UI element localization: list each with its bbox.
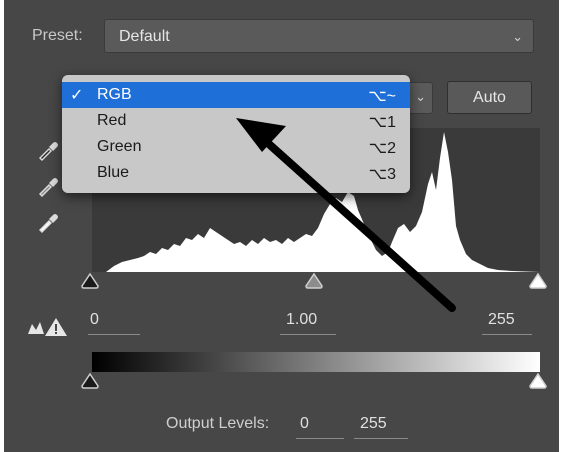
preset-label: Preset: [32, 27, 83, 44]
output-levels-label: Output Levels: [166, 415, 270, 432]
checkmark-icon: ✓ [70, 87, 84, 104]
output-black-value[interactable]: 0 [300, 415, 309, 433]
input-white-slider[interactable] [528, 272, 548, 290]
output-black-underline [296, 438, 344, 439]
chevron-down-icon: ⌄ [415, 89, 426, 104]
input-black-value[interactable]: 0 [90, 311, 99, 329]
output-white-value[interactable]: 255 [360, 415, 387, 433]
menu-item-blue[interactable]: Blue ⌥3 [62, 160, 410, 186]
menu-item-label: Green [97, 138, 142, 155]
auto-button[interactable]: Auto [447, 81, 532, 114]
menu-item-label: Blue [97, 164, 130, 181]
menu-item-shortcut: ⌥~ [368, 88, 396, 105]
channel-dropdown-menu: ✓ RGB ⌥~ Red ⌥1 Green ⌥2 Blue ⌥3 [62, 75, 410, 193]
menu-item-red[interactable]: Red ⌥1 [62, 108, 410, 134]
menu-item-green[interactable]: Green ⌥2 [62, 134, 410, 160]
menu-item-shortcut: ⌥2 [368, 140, 396, 157]
input-gamma-value[interactable]: 1.00 [286, 311, 317, 329]
output-black-slider[interactable] [80, 372, 100, 390]
black-point-eyedropper-icon[interactable] [36, 138, 60, 162]
output-white-slider[interactable] [528, 372, 548, 390]
menu-item-shortcut: ⌥3 [368, 166, 396, 183]
chevron-down-icon: ⌄ [512, 29, 523, 44]
menu-item-rgb[interactable]: ✓ RGB ⌥~ [62, 82, 410, 108]
menu-item-shortcut: ⌥1 [368, 114, 396, 131]
levels-panel: Preset: Default ⌄ ⌄ Auto 0 1.00 255 Outp… [4, 0, 559, 452]
preset-select[interactable]: Default ⌄ [104, 19, 534, 53]
input-white-underline [482, 334, 532, 335]
input-black-slider[interactable] [80, 272, 100, 290]
menu-item-label: Red [97, 112, 127, 129]
gray-point-eyedropper-icon[interactable] [36, 174, 60, 198]
input-black-underline [88, 334, 140, 335]
input-gamma-slider[interactable] [304, 272, 324, 290]
input-white-value[interactable]: 255 [488, 311, 515, 329]
clipping-warning-icon[interactable] [26, 316, 68, 338]
white-point-eyedropper-icon[interactable] [36, 210, 60, 234]
menu-item-label: RGB [97, 86, 132, 103]
input-gamma-underline [280, 334, 336, 335]
preset-value: Default [119, 28, 170, 45]
output-gradient [92, 352, 540, 372]
output-white-underline [354, 438, 408, 439]
